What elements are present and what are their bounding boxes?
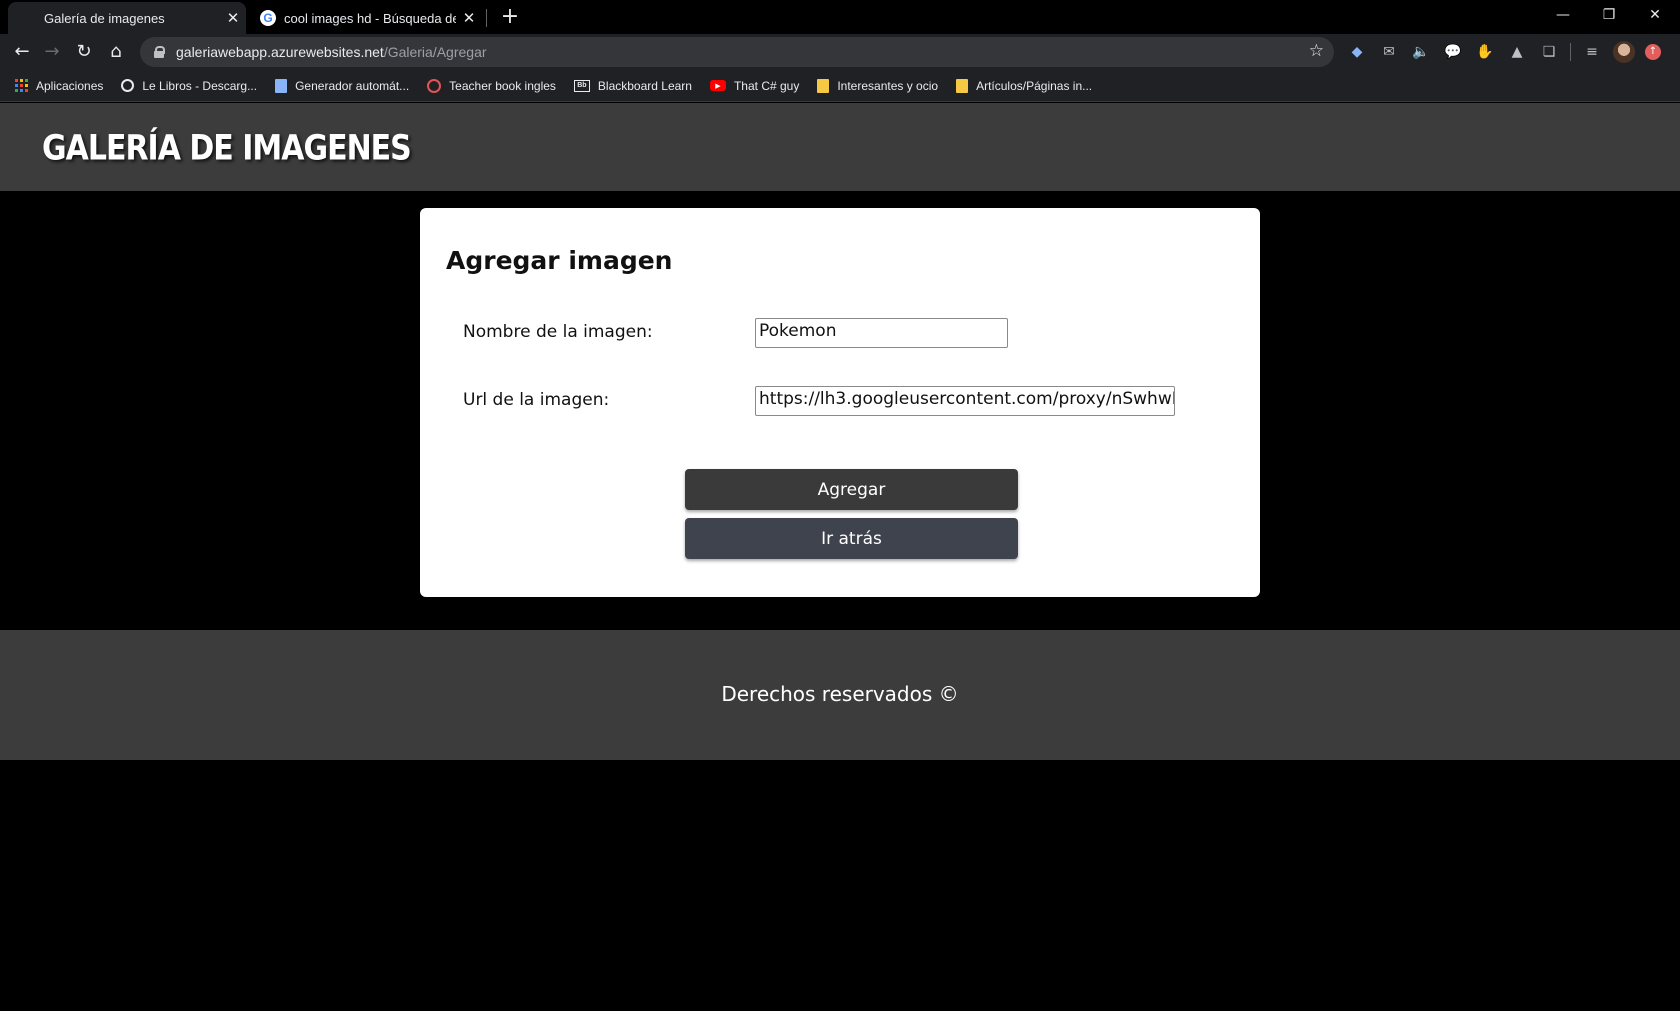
copyright-text: Derechos reservados © [721, 682, 959, 706]
speaker-extension-icon[interactable]: 🔈 [1410, 41, 1432, 63]
toolbar-separator [1570, 43, 1571, 61]
blackboard-icon: Bb [573, 79, 590, 92]
drive-extension-icon[interactable]: ▲ [1506, 41, 1528, 63]
go-back-button[interactable]: Ir atrás [685, 518, 1018, 559]
bookmark-label: Aplicaciones [36, 78, 104, 93]
update-icon[interactable]: ↑ [1645, 44, 1661, 60]
tab-google-search[interactable]: G cool images hd - Búsqueda de G ✕ [250, 2, 482, 34]
home-icon[interactable]: ⌂ [102, 38, 130, 66]
folder-icon [956, 78, 969, 93]
youtube-icon: ▶ [709, 80, 726, 91]
minimize-icon[interactable]: — [1540, 0, 1586, 30]
url-path: /Galeria/Agregar [383, 44, 487, 60]
browser-toolbar: ← → ↻ ⌂ galeriawebapp.azurewebsites.net /… [0, 34, 1680, 70]
bookmark-label: Interesantes y ocio [837, 78, 939, 93]
site-logo[interactable]: GALERÍA DE IMAGENES [42, 128, 412, 168]
bookmark-le-libros[interactable]: Le Libros - Descarg... [121, 79, 257, 93]
new-tab-icon[interactable]: + [496, 4, 524, 30]
bookmark-folder-interesantes[interactable]: Interesantes y ocio [817, 78, 939, 93]
image-name-input[interactable]: Pokemon [755, 318, 1008, 348]
url-host: galeriawebapp.azurewebsites.net [176, 44, 384, 60]
diamond-extension-icon[interactable]: ◆ [1346, 41, 1368, 63]
close-tab-icon[interactable]: ✕ [456, 9, 482, 27]
hand-extension-icon[interactable]: ✋ [1474, 41, 1496, 63]
image-url-input[interactable]: https://lh3.googleusercontent.com/proxy/… [755, 386, 1175, 416]
bookmark-label: Le Libros - Descarg... [142, 78, 258, 93]
bookmark-generador[interactable]: Generador automát... [275, 78, 410, 93]
bookmark-label: Artículos/Páginas in... [976, 78, 1093, 93]
bookmark-folder-articulos[interactable]: Artículos/Páginas in... [956, 78, 1093, 93]
apps-grid-icon [14, 79, 28, 93]
forward-icon[interactable]: → [38, 38, 66, 66]
tab-strip: Galería de imagenes ✕ G cool images hd -… [0, 0, 1680, 34]
address-bar[interactable]: galeriawebapp.azurewebsites.net/Galeria/… [140, 37, 1334, 67]
bookmark-label: Blackboard Learn [597, 78, 692, 93]
close-tab-icon[interactable]: ✕ [220, 9, 246, 27]
site-header: GALERÍA DE IMAGENES [0, 103, 1680, 191]
google-favicon-icon: G [260, 10, 276, 26]
tab-title: Galería de imagenes [44, 10, 165, 26]
bookmark-apps[interactable]: Aplicaciones [14, 79, 103, 93]
add-image-card: Agregar imagen Nombre de la imagen: Poke… [420, 208, 1260, 597]
document-icon [275, 78, 288, 93]
mail-extension-icon[interactable]: ✉ [1378, 41, 1400, 63]
bookmarks-bar: Aplicaciones Le Libros - Descarg... Gene… [0, 70, 1680, 102]
globe-icon [121, 79, 135, 92]
form-title: Agregar imagen [446, 246, 673, 275]
chat-extension-icon[interactable]: 💬 [1442, 41, 1464, 63]
restore-icon[interactable]: ❐ [1586, 0, 1632, 30]
bookmark-teacher-book[interactable]: Teacher book ingles [427, 78, 556, 93]
bookmark-label: That C# guy [733, 78, 800, 93]
bookmark-label: Generador automát... [295, 78, 410, 93]
lock-icon[interactable] [154, 46, 165, 58]
image-name-label: Nombre de la imagen: [463, 322, 653, 342]
bookmark-blackboard[interactable]: Bb Blackboard Learn [573, 78, 692, 93]
extensions-area: ◆ ✉ 🔈 💬 ✋ ▲ ❏ ≡ ↑ [1346, 40, 1661, 64]
site-footer: Derechos reservados © [0, 630, 1680, 760]
tab-separator [486, 9, 487, 27]
media-playlist-icon[interactable]: ≡ [1581, 41, 1603, 63]
bookmark-label: Teacher book ingles [449, 78, 556, 93]
reload-icon[interactable]: ↻ [70, 38, 98, 66]
window-close-icon[interactable]: ✕ [1632, 0, 1678, 30]
profile-avatar[interactable] [1613, 41, 1635, 63]
target-icon [427, 78, 442, 93]
add-button[interactable]: Agregar [685, 469, 1018, 510]
bookmark-that-csharp-guy[interactable]: ▶ That C# guy [709, 78, 800, 93]
back-icon[interactable]: ← [8, 38, 36, 66]
bookmark-star-icon[interactable]: ☆ [1309, 41, 1324, 61]
tab-galeria[interactable]: Galería de imagenes ✕ [8, 2, 246, 34]
folder-icon [817, 78, 830, 93]
image-url-label: Url de la imagen: [463, 390, 610, 410]
tab-title: cool images hd - Búsqueda de G [284, 10, 456, 26]
copy-extension-icon[interactable]: ❏ [1538, 41, 1560, 63]
